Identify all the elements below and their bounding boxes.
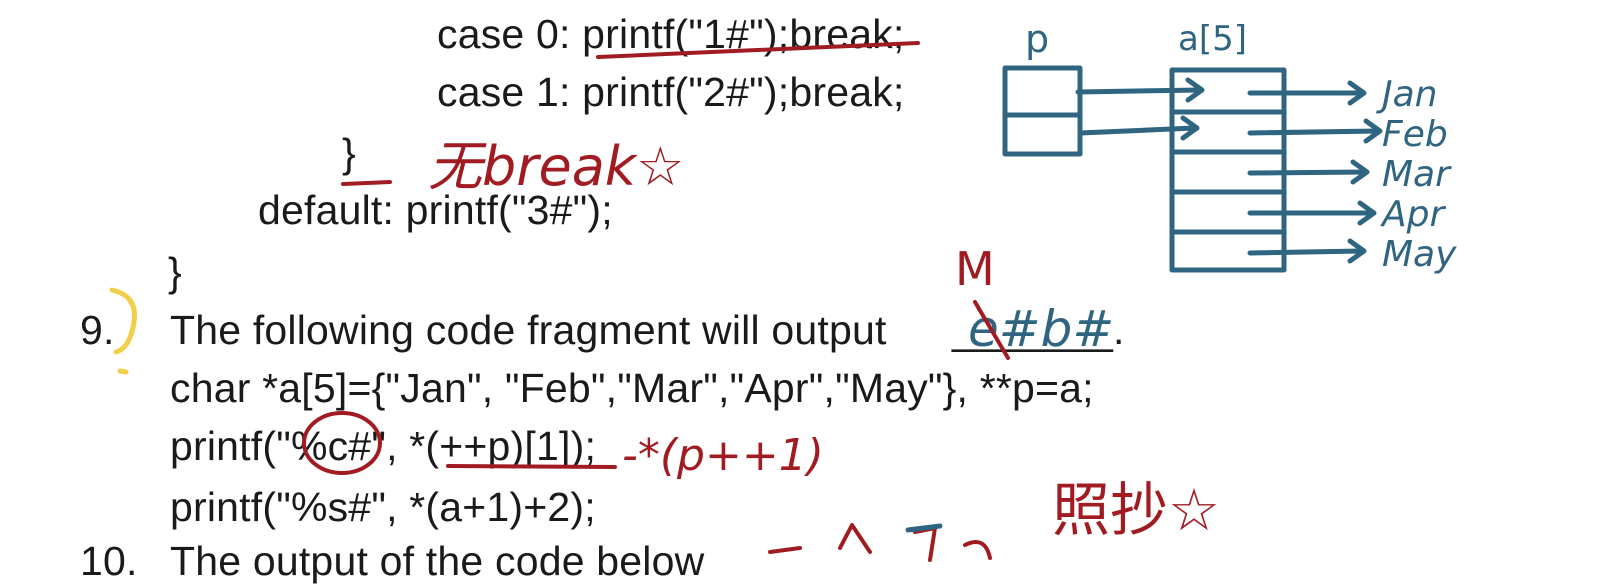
yellow-dot-q9 — [117, 368, 129, 375]
red-underline-brace — [341, 180, 392, 186]
handwritten-correction: M — [955, 242, 995, 296]
diagram-p-arrow-2 — [1077, 115, 1200, 141]
diagram-arrow-mar — [1247, 159, 1370, 185]
diagram-p-arrow-1 — [1075, 77, 1205, 103]
diagram-month-label: Apr — [1380, 194, 1446, 235]
yellow-mark-q9 — [109, 287, 138, 355]
diagram-a-label: a[5] — [1178, 19, 1247, 59]
red-circle-format — [302, 411, 382, 475]
diagram-arrow-may — [1247, 238, 1367, 264]
diagram-month-label: Feb — [1382, 114, 1448, 155]
red-underline-expr — [446, 464, 617, 469]
diagram-p-label: p — [1025, 17, 1049, 61]
handwritten-copy-note: 照抄☆ — [1052, 476, 1220, 544]
handwritten-expr-note: -*(p++1) — [622, 430, 824, 481]
diagram-month-label: Jan — [1376, 74, 1438, 115]
diagram-month-label: Mar — [1382, 154, 1452, 195]
diagram-arrow-jan — [1247, 80, 1367, 106]
diagram-arrow-feb — [1247, 118, 1383, 144]
annotation-layer: 无break☆ e#b# M -*(p++1) 照抄☆ p a[5] JanFe… — [109, 17, 1457, 562]
diagram-month-label: May — [1382, 234, 1457, 275]
handwritten-no-break-note: 无break☆ — [428, 135, 684, 198]
red-underline-case0 — [596, 41, 920, 59]
diagram-p-box — [1002, 65, 1083, 157]
red-scribble-bottom — [768, 523, 992, 562]
diagram-arrow-apr — [1247, 200, 1377, 226]
